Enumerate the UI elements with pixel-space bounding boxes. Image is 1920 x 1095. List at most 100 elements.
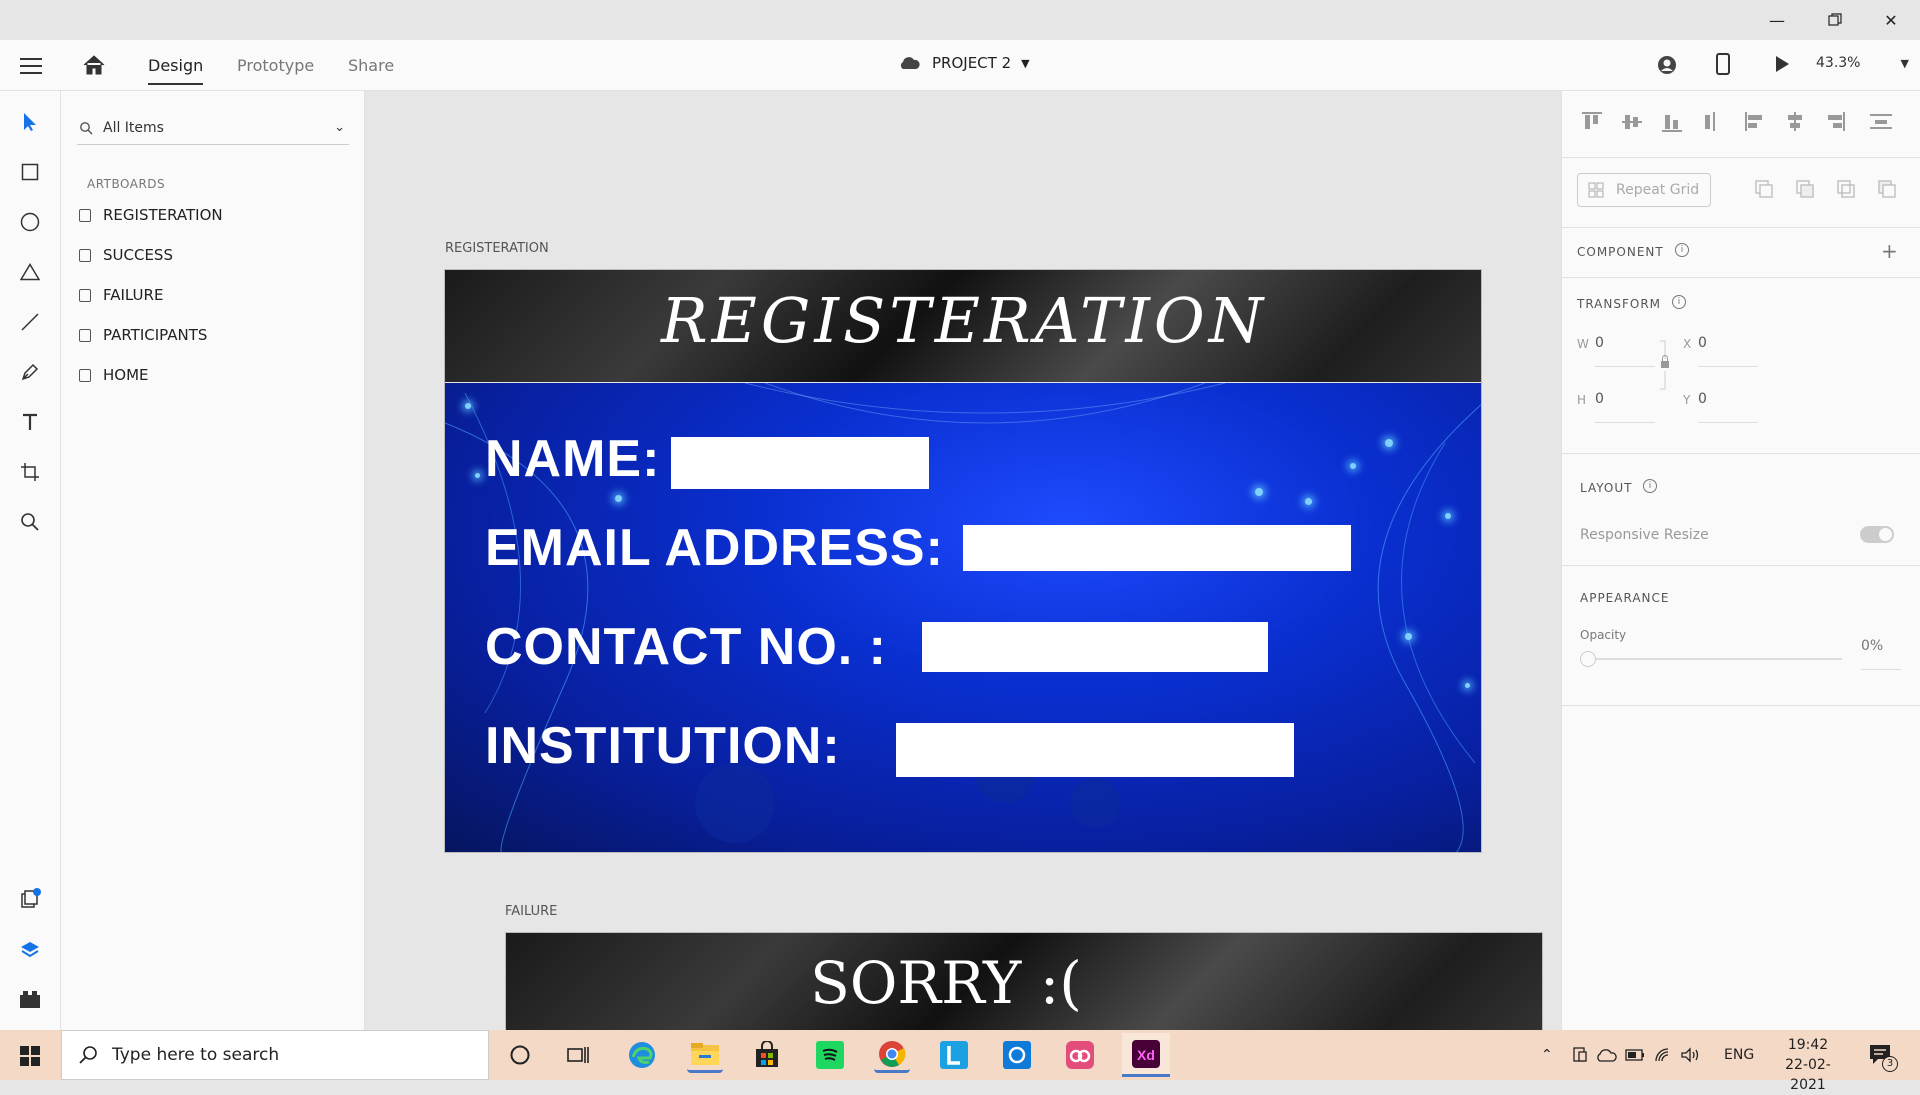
layers-icon[interactable] [14,933,46,965]
cortana-icon[interactable] [502,1037,538,1073]
artboard-item[interactable]: FAILURE [79,282,163,308]
artboard-icon [79,288,91,302]
show-hidden-icons[interactable]: ⌃ [1541,1030,1553,1080]
line-icon[interactable] [14,306,46,338]
align-left-icon[interactable] [1745,112,1762,131]
search-icon [80,121,93,135]
repeat-grid-button[interactable]: Repeat Grid [1577,173,1711,207]
wifi-icon[interactable] [1655,1048,1669,1062]
project-selector[interactable]: PROJECT 2 ▼ [898,54,1030,72]
opacity-value[interactable]: 0% [1861,638,1883,654]
language-indicator[interactable]: ENG [1724,1030,1754,1080]
restore-button[interactable] [1806,0,1864,40]
institution-field[interactable] [896,723,1294,777]
plugins-icon[interactable] [14,983,46,1015]
artboard-item[interactable]: SUCCESS [79,242,173,268]
design-canvas[interactable]: REGISTERATION REGISTERATION NAME: EMAIL … [365,91,1561,1030]
battery-icon[interactable] [1625,1049,1644,1061]
file-explorer-icon[interactable] [687,1037,723,1073]
store-icon[interactable] [749,1037,785,1073]
exclude-icon[interactable] [1878,180,1896,198]
play-icon[interactable] [1774,55,1790,77]
assets-icon[interactable] [14,883,46,915]
email-field[interactable] [963,525,1351,571]
text-icon[interactable] [14,406,46,438]
chrome-icon[interactable] [874,1037,910,1073]
edge-icon[interactable] [624,1037,660,1073]
pen-icon[interactable] [14,356,46,388]
device-preview-icon[interactable] [1716,53,1730,79]
distribute-horizontal-icon[interactable] [1870,114,1892,129]
volume-icon[interactable] [1681,1047,1699,1063]
tab-share[interactable]: Share [348,56,394,75]
intersect-icon[interactable] [1837,180,1855,198]
align-center-icon[interactable] [1788,112,1802,131]
artboard-icon [79,328,91,342]
contact-field[interactable] [922,622,1268,672]
info-icon[interactable]: i [1643,479,1657,493]
artboard-item[interactable]: HOME [79,362,149,388]
opacity-slider-handle[interactable] [1580,651,1596,667]
home-icon[interactable] [82,54,106,80]
close-button[interactable]: ✕ [1862,0,1920,40]
align-right-icon[interactable] [1828,112,1845,131]
lock-aspect-icon[interactable] [1658,339,1670,395]
artboard-item[interactable]: REGISTERATION [79,202,223,228]
chevron-down-icon: ▼ [1021,56,1030,70]
share-user-icon[interactable] [1656,54,1678,80]
add-component-icon[interactable]: + [1881,239,1898,263]
align-middle-icon[interactable] [1622,115,1642,129]
subtract-icon[interactable] [1796,180,1814,198]
width-value[interactable]: 0 [1595,335,1604,351]
chevron-down-icon[interactable]: ⌄ [334,120,345,135]
align-bottom-icon[interactable] [1662,115,1682,132]
registration-artboard[interactable]: REGISTERATION NAME: EMAIL ADDRESS: CONTA… [444,269,1482,853]
task-view-icon[interactable] [561,1037,597,1073]
info-icon[interactable]: i [1672,295,1686,309]
add-icon[interactable] [1755,180,1773,198]
device-icon[interactable] [1573,1047,1587,1062]
spotify-icon[interactable] [812,1037,848,1073]
artboard-icon[interactable] [14,456,46,488]
rectangle-icon[interactable] [14,156,46,188]
tab-prototype[interactable]: Prototype [237,56,314,75]
x-underline [1698,366,1758,367]
zoom-icon[interactable] [14,506,46,538]
name-field[interactable] [671,437,929,489]
artboard-item[interactable]: PARTICIPANTS [79,322,207,348]
distribute-vertical-icon[interactable] [1705,112,1715,131]
taskbar-search[interactable]: Type here to search [61,1030,489,1080]
restore-icon [1828,13,1842,26]
align-top-icon[interactable] [1582,112,1602,129]
tab-design[interactable]: Design [148,56,204,85]
creative-cloud-icon[interactable] [1062,1037,1098,1073]
x-value[interactable]: 0 [1698,335,1707,351]
divider [1562,565,1920,566]
windows-start-icon[interactable] [20,1046,40,1070]
opacity-slider[interactable] [1580,651,1842,667]
height-value[interactable]: 0 [1595,391,1604,407]
minimize-button[interactable]: — [1748,0,1806,40]
failure-artboard[interactable]: SORRY :( [505,932,1543,1030]
artboard-title[interactable]: FAILURE [505,904,557,919]
polygon-icon[interactable] [14,256,46,288]
y-value[interactable]: 0 [1698,391,1707,407]
adobe-xd-icon[interactable]: Xd [1122,1033,1170,1077]
select-icon[interactable] [14,106,46,138]
height-label: H [1577,393,1587,407]
hamburger-menu-icon[interactable] [20,56,42,74]
onedrive-icon[interactable] [1597,1049,1617,1062]
ellipse-icon[interactable] [14,206,46,238]
layers-search[interactable]: All Items ⌄ [77,111,349,145]
l-app-icon[interactable] [936,1037,972,1073]
responsive-resize-toggle[interactable] [1860,526,1894,543]
artboard-title[interactable]: REGISTERATION [445,241,549,256]
notifications-icon[interactable]: 3 [1868,1042,1898,1074]
info-icon[interactable]: i [1675,243,1689,257]
zoom-level[interactable]: 43.3% ▼ [1816,55,1909,71]
artboard-item-label: SUCCESS [103,246,173,264]
taskbar-search-placeholder: Type here to search [112,1045,280,1065]
glow-dot [1465,683,1470,688]
clock[interactable]: 19:42 22-02-2021 [1768,1035,1848,1095]
cortana-app-icon[interactable] [999,1037,1035,1073]
